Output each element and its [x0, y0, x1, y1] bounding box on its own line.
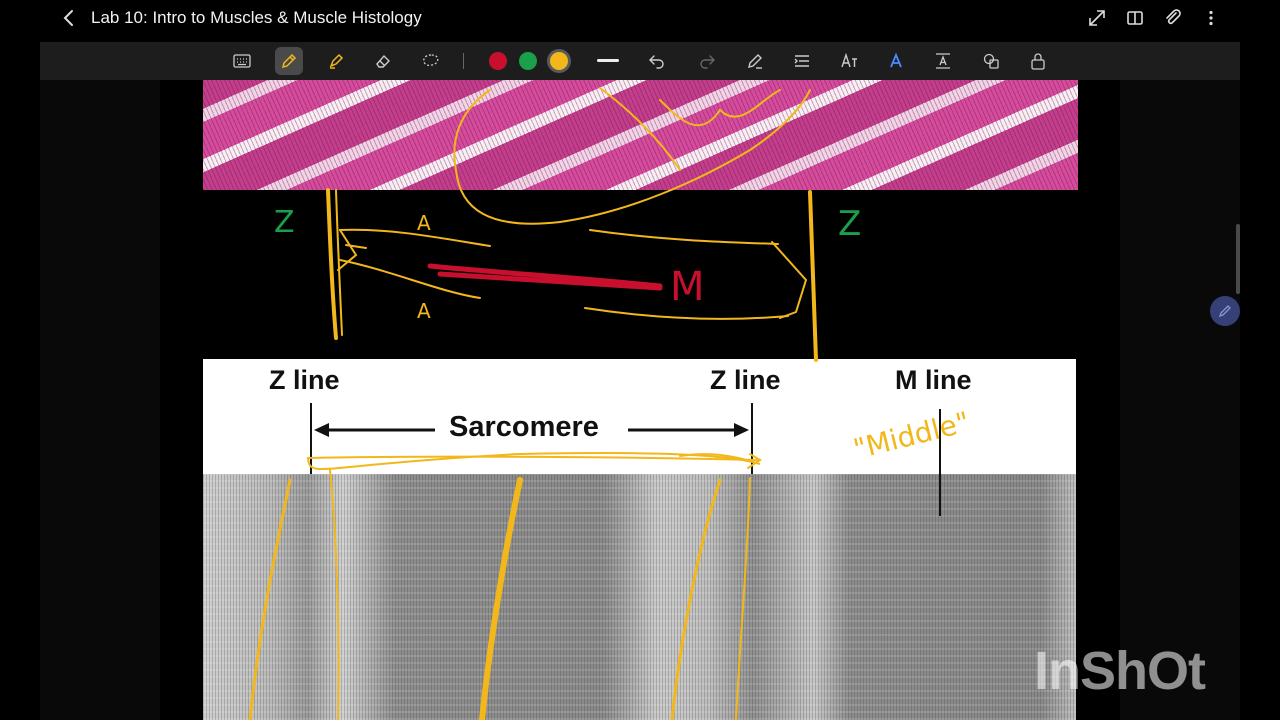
color-swatch-yellow[interactable] — [550, 52, 568, 70]
text-icon[interactable] — [835, 47, 863, 75]
m-handwritten: M — [670, 264, 705, 310]
toolbar-divider — [463, 53, 464, 69]
drawing-toolbar — [40, 42, 1240, 80]
spacing-icon[interactable] — [929, 47, 957, 75]
lasso-icon[interactable] — [417, 47, 445, 75]
back-chevron-icon[interactable] — [58, 6, 80, 30]
shapes-icon[interactable] — [977, 47, 1005, 75]
z-left-handwritten: Z — [274, 205, 295, 240]
z-right-handwritten: Z — [838, 204, 861, 244]
lock-icon[interactable] — [1024, 47, 1052, 75]
split-view-icon[interactable] — [1124, 6, 1146, 30]
app-bar: Lab 10: Intro to Muscles & Muscle Histol… — [0, 0, 1280, 36]
text-layout-icon[interactable] — [788, 47, 816, 75]
pen-icon[interactable] — [275, 47, 303, 75]
document-title: Lab 10: Intro to Muscles & Muscle Histol… — [91, 8, 422, 27]
note-page[interactable]: Z line Z line M line Sarcomere Z Z A A M… — [160, 80, 1120, 720]
expand-icon[interactable] — [1086, 6, 1108, 30]
canvas-margin-left — [40, 80, 160, 720]
canvas-margin-right — [1120, 80, 1240, 720]
eraser-icon[interactable] — [369, 47, 397, 75]
floating-pen-button[interactable] — [1210, 296, 1240, 326]
redo-icon[interactable] — [693, 47, 721, 75]
pen-settings-icon[interactable] — [741, 47, 769, 75]
sarcomere-arrows — [310, 403, 941, 474]
stroke-width-icon[interactable] — [594, 47, 622, 75]
inshot-watermark: InShOt — [1034, 641, 1206, 701]
keyboard-icon[interactable] — [228, 47, 256, 75]
sarcomere-diagram: Z line Z line M line Sarcomere — [203, 359, 1076, 720]
scrollbar-thumb[interactable] — [1236, 224, 1240, 294]
muscle-histology-image — [203, 80, 1078, 190]
more-vert-icon[interactable] — [1200, 6, 1222, 30]
a-top-handwritten: A — [417, 211, 431, 235]
highlighter-icon[interactable] — [322, 47, 350, 75]
undo-icon[interactable] — [643, 47, 671, 75]
a-bottom-handwritten: A — [417, 299, 431, 323]
text-style-icon[interactable] — [882, 47, 910, 75]
color-swatch-green[interactable] — [519, 52, 537, 70]
m-line-marker — [939, 474, 941, 516]
attachment-icon[interactable] — [1162, 6, 1184, 30]
color-swatch-red[interactable] — [489, 52, 507, 70]
